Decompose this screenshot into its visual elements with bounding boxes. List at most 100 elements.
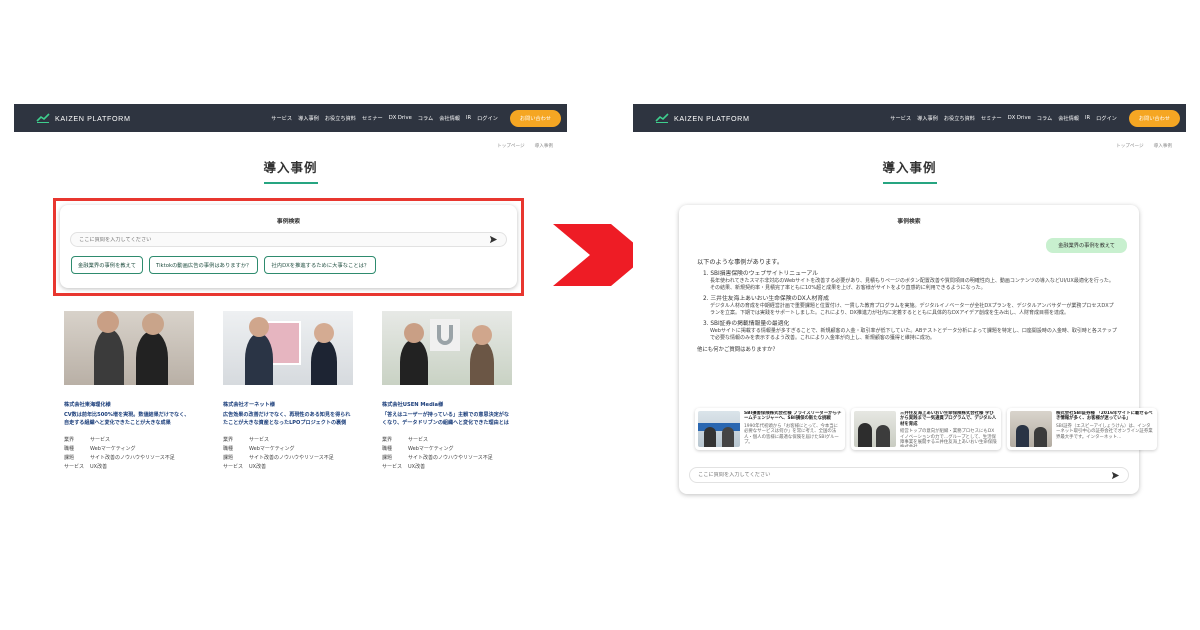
reference-cards: SBI損害保険株式会社様 プライスリーダーからチームチェンジャーへ、SBI損保の… [695, 408, 1157, 450]
meta-label: 業界 [64, 437, 75, 443]
case-company: 株式会社USEN Media様 [382, 402, 444, 408]
case-list: 株式会社東海理化様 CV数は前年比500%増を実現。数値結果だけでなく、自走する… [64, 311, 512, 470]
nav-link-company[interactable]: 会社情報 [439, 115, 460, 122]
nav-link-company[interactable]: 会社情報 [1058, 115, 1079, 122]
answer-item-desc: デジタル人材の育成を中期経営計画で重要課題と位置付け、一貫した教育プログラムを実… [710, 303, 1114, 316]
nav-links: サービス 導入事例 お役立ち資料 セミナー DX Drive コラム 会社情報 … [271, 109, 561, 127]
nav-link-ir[interactable]: IR [1085, 115, 1090, 121]
meta-value: Webマーケティング [90, 446, 136, 452]
case-company: 株式会社オーネット様 [223, 402, 275, 408]
reference-card[interactable]: 株式会社SBI証券様 「2016年サイトに載せるべき情報が多く、お客様が迷ってい… [1007, 408, 1157, 450]
meta-label: 職種 [382, 446, 393, 452]
reference-title: SBI損害保険株式会社様 プライスリーダーからチームチェンジャーへ、SBI損保の… [744, 411, 842, 422]
nav-links: サービス 導入事例 お役立ち資料 セミナー DX Drive コラム 会社情報 … [890, 109, 1180, 127]
reference-text: SBI損害保険株式会社様 プライスリーダーからチームチェンジャーへ、SBI損保の… [744, 411, 842, 447]
reference-title: 三井住友海上あいおい生命保険株式会社様 学びから実践まで一気通貫プログラムで、デ… [900, 411, 997, 427]
nav-link-ir[interactable]: IR [466, 115, 471, 121]
reference-desc: 1990年代初頭から「お客様にとって、今本当に必要なサービスは何か」を常に考え、… [744, 423, 839, 446]
case-photo [223, 311, 353, 385]
case-card[interactable]: 株式会社USEN Media様 「答えはユーザーが持っている」主観での意思決定が… [382, 311, 512, 470]
meta-value: Webマーケティング [249, 446, 295, 452]
brand-logo[interactable]: KAIZEN PLATFORM [36, 113, 131, 123]
breadcrumb-current: 導入事例 [534, 144, 553, 149]
breadcrumb: トップページ 導入事例 [14, 132, 567, 149]
chat-input[interactable] [698, 472, 1111, 478]
reference-thumbnail [1010, 411, 1052, 447]
meta-value: サイト改善のノウハウやリソース不足 [90, 455, 175, 461]
case-company: 株式会社東海理化様 [64, 402, 111, 408]
case-card[interactable]: 株式会社東海理化様 CV数は前年比500%増を実現。数値結果だけでなく、自走する… [64, 311, 194, 470]
meta-value: サイト改善のノウハウやリソース不足 [249, 455, 334, 461]
reference-desc: SBI証券（エスビーアイしょうけん）は、インターネット取引中心の証券会社でオンラ… [1056, 423, 1153, 440]
reference-text: 株式会社SBI証券様 「2016年サイトに載せるべき情報が多く、お客様が迷ってい… [1056, 411, 1154, 447]
case-meta: 業界 サービス 職種 Webマーケティング 課題 サイト改善のノウハウやリソース不足 … [223, 436, 353, 470]
right-screenshot: KAIZEN PLATFORM サービス 導入事例 お役立ち資料 セミナー DX… [633, 104, 1186, 504]
case-headline[interactable]: CV数は前年比500%増を実現。数値結果だけでなく、自走する組織へと変化できたこ… [64, 411, 194, 427]
nav-link-services[interactable]: サービス [271, 115, 292, 122]
case-headline[interactable]: 広告効果の改善だけでなく、再現性のある知見を得られたことが大きな資産となったLP… [223, 411, 353, 427]
breadcrumb-home[interactable]: トップページ [497, 143, 524, 149]
nav-link-dx-drive[interactable]: DX Drive [1008, 115, 1031, 121]
reference-thumbnail [854, 411, 896, 447]
title-underline [882, 182, 937, 184]
case-meta: 業界 サービス 職種 Webマーケティング 課題 サイト改善のノウハウやリソース不足 … [64, 436, 194, 470]
meta-value: UX改善 [90, 464, 108, 470]
assistant-answer: 以下のような事例があります。 1. SBI損害保険のウェブサイトリニューアル 長… [697, 259, 1117, 354]
case-headline[interactable]: 「答えはユーザーが持っている」主観での意思決定がなくなり、データドリブンの組織へ… [382, 411, 512, 427]
reference-card[interactable]: SBI損害保険株式会社様 プライスリーダーからチームチェンジャーへ、SBI損保の… [695, 408, 845, 450]
chat-input-box[interactable] [689, 467, 1129, 483]
nav-link-column[interactable]: コラム [418, 115, 433, 122]
nav-link-seminar[interactable]: セミナー [362, 115, 383, 122]
nav-link-cases[interactable]: 導入事例 [917, 115, 938, 122]
nav-link-dx-drive[interactable]: DX Drive [389, 115, 412, 121]
meta-label: 業界 [223, 437, 234, 443]
case-photo [382, 311, 512, 385]
meta-label: 課題 [64, 455, 75, 461]
chat-card-title: 事例検索 [897, 219, 921, 225]
case-meta: 業界 サービス 職種 Webマーケティング 課題 サイト改善のノウハウやリソース不足 … [382, 436, 512, 470]
reference-desc: 経営トップの意向が組織・業務プロセスにもDXイノベーションの力で…グループとして… [900, 429, 997, 447]
nav-link-resources[interactable]: お役立ち資料 [944, 115, 975, 122]
nav-link-services[interactable]: サービス [890, 115, 911, 122]
meta-label: 業界 [382, 437, 393, 443]
contact-button[interactable]: お問い合わせ [509, 109, 561, 127]
meta-value: サービス [90, 437, 111, 443]
meta-value: サービス [249, 437, 270, 443]
brand-logo[interactable]: KAIZEN PLATFORM [655, 113, 750, 123]
answer-outro: 他にも何かご質問はありますか？ [697, 346, 778, 353]
answer-item-desc: 長年使われてきたスマホ非対応のWebサイトを改善する必要があり、見積もりページの… [710, 278, 1114, 291]
answer-item-title: 1. SBI損害保険のウェブサイトリニューアル [703, 271, 818, 277]
meta-label: 職種 [223, 446, 234, 452]
logo-text: KAIZEN PLATFORM [55, 113, 131, 123]
breadcrumb-current: 導入事例 [1153, 144, 1172, 149]
answer-intro: 以下のような事例があります。 [697, 259, 784, 266]
kaizen-logo-icon [36, 113, 50, 123]
title-underline [263, 182, 318, 184]
send-icon[interactable] [1111, 471, 1120, 480]
nav-link-cases[interactable]: 導入事例 [298, 115, 319, 122]
page-title: 導入事例 [882, 160, 937, 175]
nav-link-seminar[interactable]: セミナー [981, 115, 1002, 122]
user-message-bubble: 金融業界の事例を教えて [1046, 238, 1127, 253]
meta-label: 課題 [223, 455, 234, 461]
meta-label: 職種 [64, 446, 75, 452]
reference-title: 株式会社SBI証券様 「2016年サイトに載せるべき情報が多く、お客様が迷ってい… [1056, 411, 1153, 422]
logo-text: KAIZEN PLATFORM [674, 113, 750, 123]
highlight-box [53, 198, 524, 296]
nav-link-resources[interactable]: お役立ち資料 [325, 115, 356, 122]
chat-card: 事例検索 金融業界の事例を教えて 以下のような事例があります。 1. SBI損害… [679, 205, 1157, 494]
nav-link-login[interactable]: ログイン [477, 115, 498, 122]
nav-link-login[interactable]: ログイン [1096, 115, 1117, 122]
meta-label: サービス [382, 464, 403, 470]
meta-value: サイト改善のノウハウやリソース不足 [408, 455, 493, 461]
meta-value: UX改善 [408, 464, 426, 470]
nav-link-column[interactable]: コラム [1037, 115, 1052, 122]
answer-item-desc: Webサイトに掲載する情報量が多すぎることで、新規顧客の入金・取引率が低下してい… [710, 328, 1117, 341]
reference-card[interactable]: 三井住友海上あいおい生命保険株式会社様 学びから実践まで一気通貫プログラムで、デ… [851, 408, 1001, 450]
breadcrumb-home[interactable]: トップページ [1116, 143, 1143, 149]
answer-item: 3. SBI証券の掲載情報量の最適化 Webサイトに掲載する情報量が多すぎること… [703, 321, 1117, 341]
meta-value: UX改善 [249, 464, 267, 470]
case-card[interactable]: 株式会社オーネット様 広告効果の改善だけでなく、再現性のある知見を得られたことが… [223, 311, 353, 470]
top-nav: KAIZEN PLATFORM サービス 導入事例 お役立ち資料 セミナー DX… [633, 104, 1186, 132]
contact-button[interactable]: お問い合わせ [1128, 109, 1180, 127]
